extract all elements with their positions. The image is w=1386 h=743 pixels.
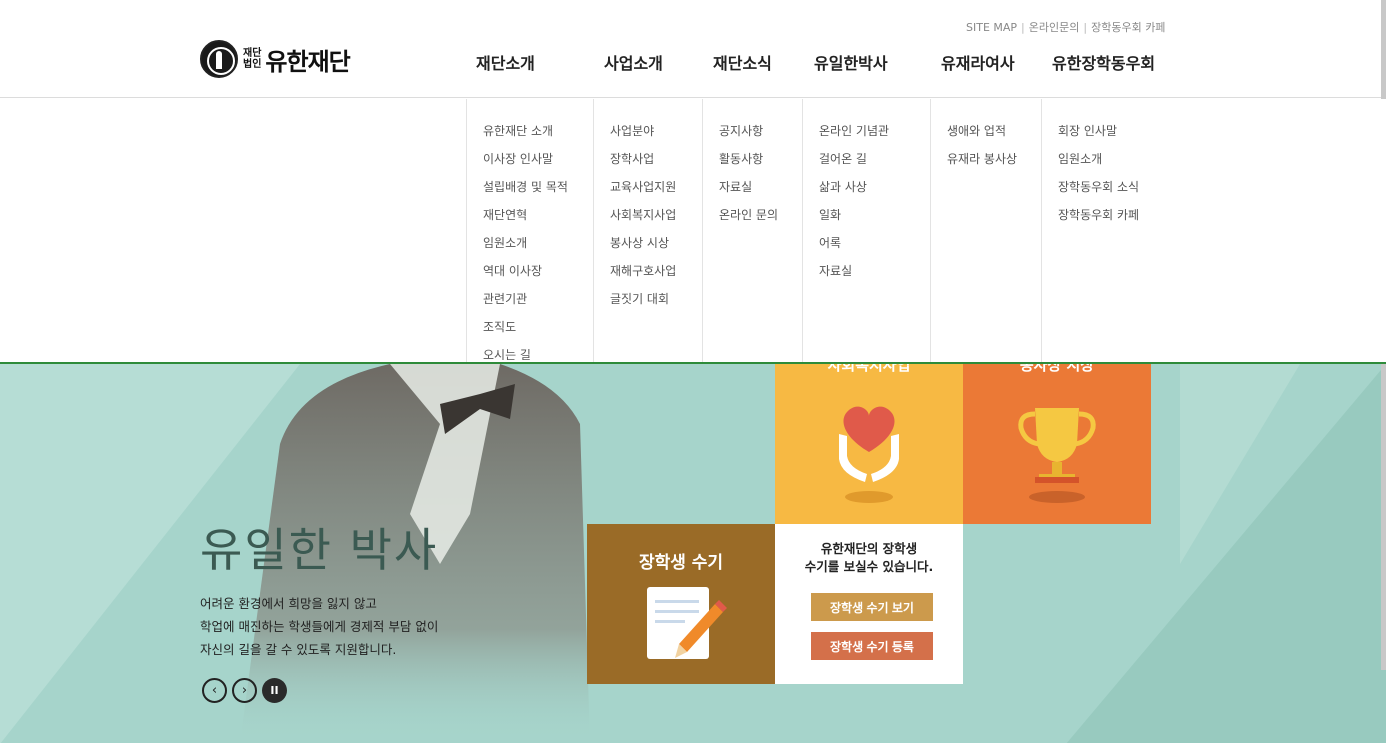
tree-emblem-icon (200, 40, 238, 78)
menu-item[interactable]: 생애와 업적 (947, 117, 1041, 145)
menu-col-news: 공지사항 활동사항 자료실 온라인 문의 (703, 99, 803, 362)
menu-item[interactable]: 활동사항 (719, 145, 802, 173)
heart-hands-icon (839, 406, 899, 503)
menu-item[interactable]: 오시는 길 (483, 341, 593, 369)
menu-item[interactable]: 봉사상 시상 (610, 229, 702, 257)
menu-item[interactable]: 설립배경 및 목적 (483, 173, 593, 201)
menu-item[interactable]: 유재라 봉사상 (947, 145, 1041, 173)
menu-item[interactable]: 삶과 사상 (819, 173, 930, 201)
menu-col-foundation: 유한재단 소개 이사장 인사말 설립배경 및 목적 재단연혁 임원소개 역대 이… (466, 99, 594, 362)
site-header: SITE MAP | 온라인문의 | 장학동우회 카페 재단 법인 유한재단 재단소개 … (0, 0, 1386, 98)
menu-item[interactable]: 장학동우회 카페 (1058, 201, 1172, 229)
menu-col-business: 사업분야 장학사업 교육사업지원 사회복지사업 봉사상 시상 재해구호사업 글짓… (594, 99, 703, 362)
hero-title: 유일한 박사 (200, 523, 439, 577)
menu-col-alumni: 회장 인사말 임원소개 장학동우회 소식 장학동우회 카페 (1042, 99, 1172, 362)
nav-business-intro[interactable]: 사업소개 (604, 50, 663, 74)
utility-links: SITE MAP | 온라인문의 | 장학동우회 카페 (966, 21, 1166, 34)
service-award-tile[interactable]: 봉사상 시상 (963, 364, 1151, 524)
menu-item[interactable]: 자료실 (719, 173, 802, 201)
menu-item[interactable]: 온라인 문의 (719, 201, 802, 229)
menu-item[interactable]: 유한재단 소개 (483, 117, 593, 145)
logo-text: 유한재단 (265, 47, 350, 76)
site-logo[interactable]: 재단 법인 유한재단 (200, 40, 351, 78)
menu-item[interactable]: 임원소개 (483, 229, 593, 257)
nav-yu-jaera[interactable]: 유재라여사 (941, 50, 1015, 74)
nav-foundation-intro[interactable]: 재단소개 (476, 50, 535, 74)
nav-dr-yuilhan[interactable]: 유일한박사 (814, 50, 888, 74)
menu-col-yu-jaera: 생애와 업적 유재라 봉사상 (931, 99, 1042, 362)
social-welfare-tile[interactable]: 사회복지사업 (775, 364, 963, 524)
alumni-cafe-link[interactable]: 장학동우회 카페 (1091, 21, 1165, 34)
logo-subtitle: 재단 법인 (243, 48, 262, 70)
menu-item[interactable]: 조직도 (483, 313, 593, 341)
menu-item[interactable]: 일화 (819, 201, 930, 229)
menu-item[interactable]: 온라인 기념관 (819, 117, 930, 145)
menu-item[interactable]: 이사장 인사말 (483, 145, 593, 173)
menu-item[interactable]: 어록 (819, 229, 930, 257)
menu-item[interactable]: 임원소개 (1058, 145, 1172, 173)
register-essay-button[interactable]: 장학생 수기 등록 (811, 632, 933, 660)
menu-item[interactable]: 공지사항 (719, 117, 802, 145)
menu-item[interactable]: 재해구호사업 (610, 257, 702, 285)
menu-item[interactable]: 회장 인사말 (1058, 117, 1172, 145)
menu-item[interactable]: 자료실 (819, 257, 930, 285)
prev-slide-button[interactable]: ‹ (202, 678, 227, 703)
menu-item[interactable]: 역대 이사장 (483, 257, 593, 285)
nav-foundation-news[interactable]: 재단소식 (713, 50, 772, 74)
menu-item[interactable]: 장학사업 (610, 145, 702, 173)
scholar-essay-tile[interactable]: 장학생 수기 (587, 524, 785, 684)
hero-section: 유일한 박사 어려운 환경에서 희망을 잃지 않고 학업에 매진하는 학생들에게… (0, 364, 1386, 743)
menu-item[interactable]: 사업분야 (610, 117, 702, 145)
menu-item[interactable]: 관련기관 (483, 285, 593, 313)
menu-col-dr-yuilhan: 온라인 기념관 걸어온 길 삶과 사상 일화 어록 자료실 (803, 99, 931, 362)
pencil-paper-icon (647, 587, 727, 659)
view-essay-button[interactable]: 장학생 수기 보기 (811, 593, 933, 621)
menu-item[interactable]: 사회복지사업 (610, 201, 702, 229)
sitemap-link[interactable]: SITE MAP (966, 21, 1017, 34)
hero-description: 어려운 환경에서 희망을 잃지 않고 학업에 매진하는 학생들에게 경제적 부담… (200, 596, 439, 657)
nav-alumni-association[interactable]: 유한장학동우회 (1052, 50, 1155, 74)
menu-item[interactable]: 교육사업지원 (610, 173, 702, 201)
scholar-essay-info: 유한재단의 장학생 수기를 보실수 있습니다. 장학생 수기 보기 장학생 수기… (775, 524, 963, 684)
online-inquiry-link[interactable]: 온라인문의 (1029, 21, 1080, 34)
menu-item[interactable]: 글짓기 대회 (610, 285, 702, 313)
pause-slide-button[interactable]: II (262, 678, 287, 703)
scholar-essay-text: 유한재단의 장학생 수기를 보실수 있습니다. (804, 541, 934, 574)
next-slide-button[interactable]: › (232, 678, 257, 703)
menu-item[interactable]: 걸어온 길 (819, 145, 930, 173)
mega-menu: 유한재단 소개 이사장 인사말 설립배경 및 목적 재단연혁 임원소개 역대 이… (0, 99, 1386, 364)
menu-item[interactable]: 재단연혁 (483, 201, 593, 229)
trophy-icon (1018, 408, 1096, 503)
menu-item[interactable]: 장학동우회 소식 (1058, 173, 1172, 201)
